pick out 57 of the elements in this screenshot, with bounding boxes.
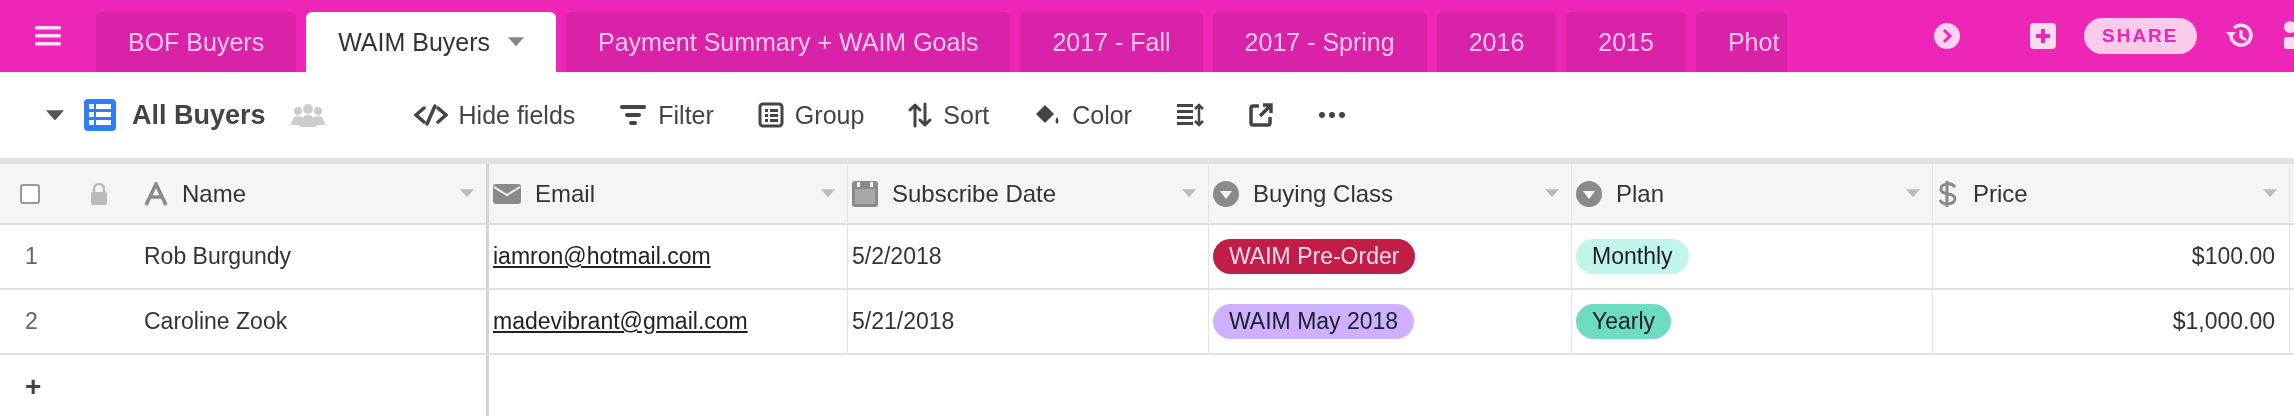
dropdown-caret-icon (1182, 189, 1196, 198)
table-cell: Rob Burgundy (144, 243, 292, 270)
dollar-icon (1937, 179, 1959, 208)
filter-icon (619, 103, 648, 127)
dropdown-circle-icon (1213, 180, 1239, 207)
table-cell: Caroline Zook (144, 308, 288, 335)
history-icon[interactable] (2224, 22, 2255, 50)
more-icon[interactable] (1317, 111, 1346, 119)
people-icon (289, 103, 326, 127)
dropdown-circle-icon (1576, 180, 1602, 207)
view-switcher[interactable]: All Buyers (84, 99, 266, 131)
row-number: 2 (25, 308, 38, 335)
collapse-caret-icon (46, 109, 64, 121)
toolbar-button[interactable]: Color (1033, 100, 1132, 130)
email-link[interactable]: iamron@hotmail.com (493, 243, 711, 270)
column-header[interactable]: Subscribe Date (848, 164, 1209, 223)
row-number: 1 (25, 243, 38, 270)
text-field-icon (144, 181, 168, 206)
menu-icon[interactable] (35, 26, 61, 46)
lock-icon (90, 182, 108, 205)
dropdown-caret-icon (2263, 189, 2277, 198)
select-tag: WAIM Pre-Order (1213, 239, 1416, 274)
select-tag: WAIM May 2018 (1213, 304, 1415, 339)
toolbar-button[interactable]: Sort (908, 100, 990, 130)
dropdown-caret-icon (1906, 189, 1920, 198)
calendar-icon (852, 180, 878, 207)
table-cell: 5/21/2018 (852, 308, 955, 335)
row-height-icon[interactable] (1175, 102, 1204, 128)
hide-fields-icon (413, 103, 448, 127)
group-icon (757, 102, 784, 128)
column-header[interactable]: Email (489, 164, 848, 223)
toolbar-button[interactable]: Filter (619, 100, 714, 130)
dropdown-caret-icon (821, 189, 835, 198)
table-cell: $100.00 (2191, 243, 2275, 270)
grid-view-icon (84, 99, 116, 131)
select-tag: Monthly (1576, 239, 1689, 274)
table-cell: $1,000.00 (2172, 308, 2275, 335)
select-all-checkbox[interactable] (20, 183, 40, 204)
toolbar-button[interactable]: Hide fields (413, 100, 576, 130)
scroll-right-icon[interactable] (1934, 23, 1960, 49)
column-header[interactable]: Name (140, 164, 489, 223)
dropdown-caret-icon (460, 189, 474, 198)
tab[interactable]: WAIM Buyers (306, 12, 557, 72)
toolbar-button[interactable]: Group (757, 100, 865, 130)
envelope-icon (493, 183, 521, 204)
add-row-button[interactable]: + (25, 370, 42, 403)
caret-icon (508, 37, 525, 47)
column-header[interactable]: Price (1933, 164, 2290, 223)
select-tag: Yearly (1576, 304, 1672, 339)
table-cell: 5/2/2018 (852, 243, 942, 270)
column-header[interactable]: Buying Class (1209, 164, 1572, 223)
email-link[interactable]: madevibrant@gmail.com (493, 308, 748, 335)
add-icon[interactable] (2030, 23, 2056, 49)
dropdown-caret-icon (1545, 189, 1559, 198)
column-header[interactable]: Plan (1572, 164, 1933, 223)
sort-icon (908, 102, 933, 128)
export-icon[interactable] (1247, 102, 1274, 128)
